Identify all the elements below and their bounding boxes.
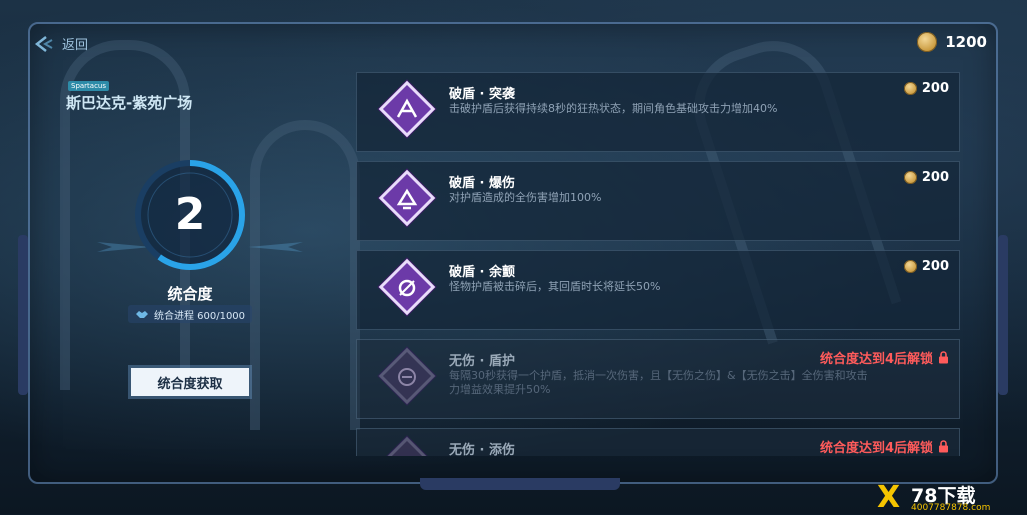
- talent-desc: 对护盾造成的全伤害增加100%: [449, 191, 602, 204]
- panel-side-tab-right: [998, 235, 1008, 395]
- talent-cost-value: 200: [921, 81, 949, 96]
- talent-cost-value: 200: [921, 170, 949, 185]
- back-button[interactable]: 返回: [34, 34, 88, 53]
- coin-icon: [903, 260, 917, 273]
- coin-icon: [917, 32, 938, 52]
- lock-icon: [939, 440, 948, 453]
- panel-side-tab-left: [18, 235, 28, 395]
- handshake-icon: [135, 311, 148, 318]
- shield-break-icon: [396, 98, 418, 118]
- watermark-url: 4007787878.com: [911, 503, 991, 513]
- damage-boost-icon: [394, 453, 420, 456]
- talent-cost: 200: [903, 81, 949, 96]
- talent-card[interactable]: 破盾 · 爆伤 对护盾造成的全伤害增加100% 200: [356, 161, 960, 241]
- talent-card[interactable]: 破盾 · 突袭 击破护盾后获得持续8秒的狂热状态，期间角色基础攻击力增加40% …: [356, 72, 960, 152]
- right-wing-ornament: [248, 242, 303, 252]
- talent-name: 破盾 · 余颤: [449, 265, 515, 280]
- back-label: 返回: [62, 38, 89, 53]
- level-label: 统合度: [167, 285, 213, 303]
- talent-name: 无伤 · 盾护: [449, 354, 515, 369]
- back-arrow-icon: [34, 35, 53, 52]
- watermark-logo: X 78下载 4007787878.com: [875, 480, 1025, 515]
- talent-lock-note: 统合度达到4后解锁: [820, 437, 949, 456]
- coin-icon: [903, 171, 917, 184]
- map-title: 斯巴达克-紫苑广场: [66, 94, 193, 112]
- shield-burst-icon: [396, 188, 418, 210]
- shield-guard-icon: [398, 368, 416, 386]
- talent-name: 无伤 · 添伤: [449, 443, 515, 456]
- acquire-level-button[interactable]: 统合度获取: [131, 368, 249, 396]
- talent-lock-note: 统合度达到4后解锁: [820, 348, 949, 367]
- talent-lock-text: 统合度达到4后解锁: [819, 441, 933, 456]
- talent-cost-value: 200: [921, 259, 949, 274]
- level-number: 2: [174, 189, 206, 240]
- talent-lock-text: 统合度达到4后解锁: [819, 352, 933, 367]
- currency-amount: 1200: [945, 33, 987, 51]
- lock-icon: [939, 351, 948, 364]
- coin-icon: [903, 82, 917, 95]
- talent-card-locked[interactable]: 无伤 · 盾护 每隔30秒获得一个护盾，抵消一次伤害，且【无伤之伤】&【无伤之击…: [356, 339, 960, 419]
- talent-desc: 击破护盾后获得持续8秒的狂热状态，期间角色基础攻击力增加40%: [449, 102, 778, 115]
- talent-name: 破盾 · 爆伤: [449, 176, 515, 191]
- panel-frame-bottom-tab: [420, 478, 620, 490]
- talent-card[interactable]: 破盾 · 余颤 怪物护盾被击碎后，其回盾时长将延长50% 200: [356, 250, 960, 330]
- talent-desc: 每隔30秒获得一个护盾，抵消一次伤害，且【无伤之伤】&【无伤之击】全伤害和攻击力…: [449, 369, 868, 396]
- talent-name: 破盾 · 突袭: [449, 87, 515, 102]
- talent-list[interactable]: 破盾 · 突袭 击破护盾后获得持续8秒的狂热状态，期间角色基础攻击力增加40% …: [356, 72, 960, 456]
- talent-cost: 200: [903, 170, 949, 185]
- progress-box: 统合进程 600/1000: [128, 305, 252, 323]
- map-tag: Spartacus: [68, 81, 110, 91]
- talent-card-locked[interactable]: 无伤 · 添伤 统合度达到4后解锁: [356, 428, 960, 456]
- watermark-x-mark: X: [877, 480, 901, 515]
- shield-tremor-icon: [398, 279, 416, 297]
- level-ring: 2: [130, 155, 250, 275]
- talent-cost: 200: [903, 259, 949, 274]
- currency-display: 1200: [917, 32, 987, 52]
- progress-text: 统合进程 600/1000: [153, 310, 246, 322]
- talent-desc: 怪物护盾被击碎后，其回盾时长将延长50%: [449, 280, 661, 293]
